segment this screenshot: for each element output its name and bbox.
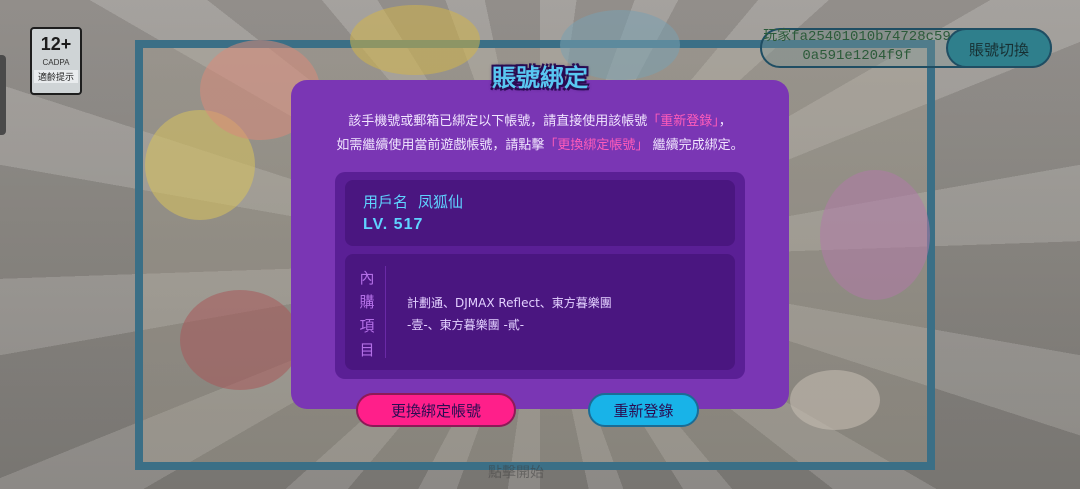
age-rating-label: 適齡提示 (34, 70, 78, 83)
msg-line2-suffix: 繼續完成綁定。 (648, 138, 744, 153)
purchases-list: 計劃通、DJMAX Reflect、東方暮樂團 -壹-、東方暮樂團 -貳- (407, 292, 717, 336)
player-account-box: 玩家fa25401010b74728c590a591e1204f9f 賬號切換 (760, 28, 1052, 68)
msg-line1-highlight: 「重新登錄」 (647, 114, 719, 129)
purchases-label: 內購項目 (359, 269, 375, 359)
age-rating-org: CADPA (42, 58, 70, 67)
dialog-message: 該手機號或郵箱已綁定以下帳號，請直接使用該帳號「重新登錄」， 如需繼續使用當前遊… (311, 110, 769, 158)
username-value: 凤狐仙 (418, 193, 464, 211)
username-label: 用戶名 (363, 193, 409, 211)
divider (385, 266, 386, 358)
msg-line2-text: 如需繼續使用當前遊戲帳號，請點擊 (336, 138, 545, 153)
age-rating-value: 12+ (40, 34, 72, 54)
username-row: 用戶名 凤狐仙 (363, 191, 463, 212)
character-art (820, 170, 930, 300)
account-binding-dialog: 賬號綁定 該手機號或郵箱已綁定以下帳號，請直接使用該帳號「重新登錄」， 如需繼續… (291, 64, 789, 409)
msg-line2-highlight: 「更換綁定帳號」 (544, 138, 649, 153)
player-id: 玩家fa25401010b74728c590a591e1204f9f (763, 29, 951, 64)
age-rating-badge: 12+ CADPA 適齡提示 (30, 27, 82, 95)
purchases-line: -壹-、東方暮樂團 -貳- (407, 318, 525, 332)
account-switch-button[interactable]: 賬號切換 (946, 28, 1052, 68)
side-drawer-handle[interactable] (0, 55, 6, 135)
relogin-button[interactable]: 重新登錄 (588, 393, 699, 427)
change-binding-button[interactable]: 更換綁定帳號 (356, 393, 516, 427)
dialog-title: 賬號綁定 (492, 64, 588, 92)
user-level: LV. 517 (363, 216, 424, 233)
msg-line1-text: 該手機號或郵箱已綁定以下帳號，請直接使用該帳號 (348, 114, 648, 129)
character-art (790, 370, 880, 430)
account-info-panel: 用戶名 凤狐仙 LV. 517 內購項目 計劃通、DJMAX Reflect、東方… (335, 172, 745, 379)
character-art (180, 290, 300, 390)
user-card: 用戶名 凤狐仙 LV. 517 (345, 180, 735, 246)
msg-line1-suffix: ， (718, 114, 732, 129)
start-hint: 點擊開始 (488, 465, 544, 481)
purchases-line: 計劃通、DJMAX Reflect、東方暮樂團 (407, 296, 612, 310)
purchases-card: 內購項目 計劃通、DJMAX Reflect、東方暮樂團 -壹-、東方暮樂團 -… (345, 254, 735, 370)
